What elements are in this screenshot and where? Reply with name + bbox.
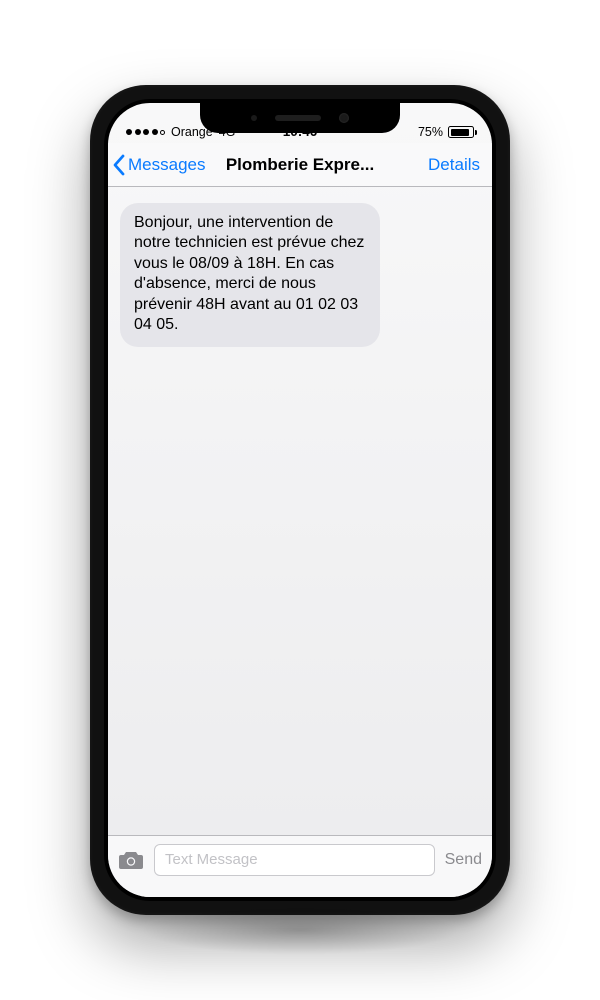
front-camera xyxy=(339,113,349,123)
nav-bar: Messages Plomberie Expre... Details xyxy=(108,143,492,187)
message-text: Bonjour, une intervention de notre techn… xyxy=(134,214,364,333)
screen: Orange 4G 10:46 75% Messages xyxy=(108,103,492,897)
camera-icon xyxy=(118,850,144,870)
details-button[interactable]: Details xyxy=(428,155,486,175)
home-indicator-area xyxy=(108,883,492,897)
send-button[interactable]: Send xyxy=(445,851,482,869)
speaker-grille xyxy=(275,115,321,121)
conversation-view[interactable]: Bonjour, une intervention de notre techn… xyxy=(108,187,492,835)
phone-bezel: Orange 4G 10:46 75% Messages xyxy=(104,99,496,901)
back-label: Messages xyxy=(128,155,205,175)
phone-frame: Orange 4G 10:46 75% Messages xyxy=(90,85,510,915)
chevron-left-icon xyxy=(112,154,126,176)
message-input[interactable]: Text Message xyxy=(154,844,435,876)
compose-bar: Text Message Send xyxy=(108,835,492,883)
incoming-message-bubble: Bonjour, une intervention de notre techn… xyxy=(120,203,380,347)
battery-icon xyxy=(448,126,474,138)
sensor-dot xyxy=(251,115,257,121)
signal-strength-icon xyxy=(126,129,165,135)
message-input-placeholder: Text Message xyxy=(165,851,258,868)
camera-button[interactable] xyxy=(118,850,144,870)
notch xyxy=(200,103,400,133)
conversation-title: Plomberie Expre... xyxy=(226,155,374,175)
battery-percent-label: 75% xyxy=(418,125,443,139)
back-button[interactable]: Messages xyxy=(112,154,205,176)
stage: Orange 4G 10:46 75% Messages xyxy=(0,0,600,1000)
